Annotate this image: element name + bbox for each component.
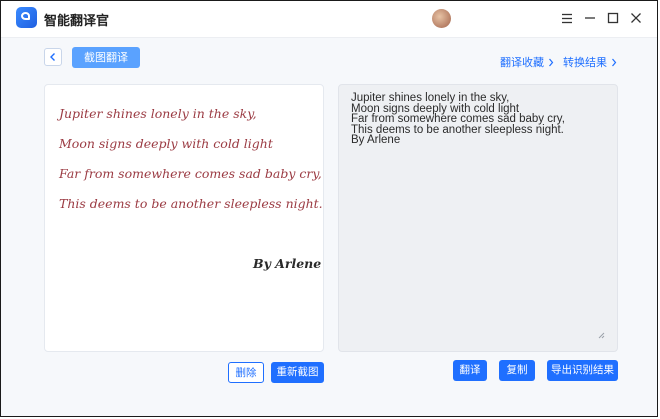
avatar[interactable] [432, 9, 451, 28]
recognized-text[interactable]: Jupiter shines lonely in the sky, Moon s… [351, 92, 609, 145]
poem-line: Far from somewhere comes sad baby cry, [59, 166, 322, 181]
poem-line: Moon signs deeply with cold light [59, 136, 273, 151]
app-logo-icon [16, 7, 37, 28]
close-icon[interactable] [627, 9, 645, 27]
delete-button[interactable]: 删除 [228, 362, 264, 383]
captured-image-panel: Jupiter shines lonely in the sky, Moon s… [44, 84, 324, 352]
screenshot-translate-tag: 截图翻译 [72, 47, 140, 68]
maximize-icon[interactable] [604, 9, 622, 27]
title-bar: 智能翻译官 [1, 1, 657, 38]
recapture-button[interactable]: 重新截图 [271, 362, 324, 383]
favorites-link[interactable]: 翻译收藏 [500, 54, 554, 70]
menu-icon[interactable] [558, 9, 576, 27]
favorites-link-label: 翻译收藏 [500, 56, 544, 69]
chevron-right-icon [549, 58, 554, 66]
poem-author: By Arlene [253, 256, 322, 271]
conversion-results-link-label: 转换结果 [563, 56, 607, 69]
chevron-left-icon [50, 53, 55, 61]
poem-line: Jupiter shines lonely in the sky, [59, 106, 257, 121]
app-title: 智能翻译官 [44, 14, 110, 29]
recognition-result-textarea[interactable]: Jupiter shines lonely in the sky, Moon s… [338, 84, 618, 352]
translate-button[interactable]: 翻译 [453, 360, 487, 381]
export-results-button[interactable]: 导出识别结果 [547, 360, 618, 381]
poem-line: This deems to be another sleepless night… [59, 196, 323, 211]
resize-grip-icon[interactable] [598, 332, 605, 339]
back-button[interactable] [44, 48, 62, 66]
conversion-results-link[interactable]: 转换结果 [563, 54, 617, 70]
app-window: 智能翻译官 截图翻译 翻译收藏 转换结果 Jupiter shines lone… [0, 0, 658, 417]
minimize-icon[interactable] [581, 9, 599, 27]
chevron-right-icon [612, 58, 617, 66]
copy-button[interactable]: 复制 [499, 360, 535, 381]
